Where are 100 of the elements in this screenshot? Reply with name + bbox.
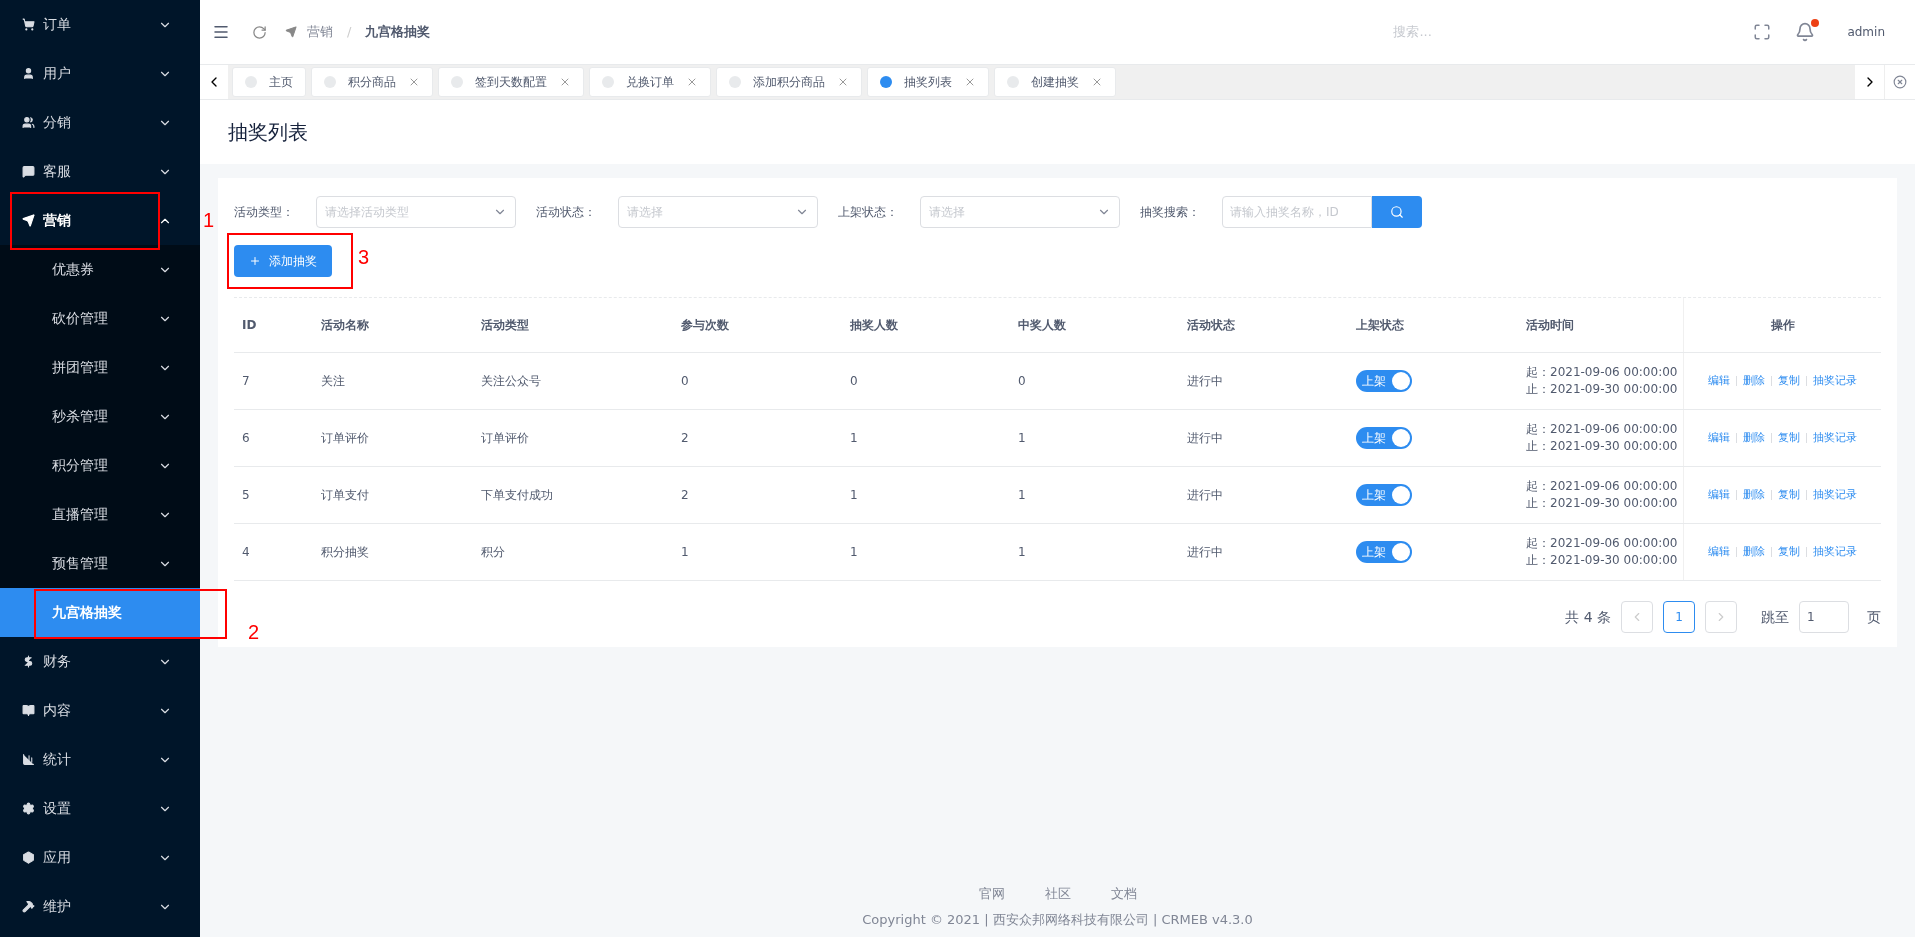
action-link[interactable]: 抽奖记录 xyxy=(1813,486,1857,504)
action-link[interactable]: 抽奖记录 xyxy=(1813,429,1857,447)
table-cell-text: 7 xyxy=(241,373,251,390)
close-icon[interactable] xyxy=(964,76,976,88)
page-tab[interactable]: 兑换订单 xyxy=(589,67,711,97)
filter-label: 活动类型： xyxy=(234,204,295,221)
action-link[interactable]: 编辑 xyxy=(1708,543,1730,561)
table-cell-text: 订单评价 xyxy=(480,430,530,447)
toggle-switch[interactable]: 上架 xyxy=(1356,427,1412,449)
breadcrumb-item[interactable]: 营销 xyxy=(307,22,333,42)
search-field[interactable]: 搜索... xyxy=(1393,22,1574,42)
table-cell-text: 积分 xyxy=(480,544,506,561)
filter-label: 抽奖搜索： xyxy=(1140,204,1201,221)
action-link[interactable]: 复制 xyxy=(1778,372,1800,390)
action-link[interactable]: 复制 xyxy=(1778,429,1800,447)
sidebar-item[interactable]: 秒杀管理 xyxy=(0,392,200,441)
close-icon[interactable] xyxy=(686,76,698,88)
page-tab[interactable]: 抽奖列表 xyxy=(867,67,989,97)
table-cell-text: 进行中 xyxy=(1186,487,1224,504)
time-text: 止：2021-09-30 00:00:00 xyxy=(1526,381,1675,398)
column-header: 活动状态 xyxy=(1186,317,1236,334)
page-input[interactable]: 1 xyxy=(1799,601,1849,633)
table-cell-text: 0 xyxy=(849,373,859,390)
action-link[interactable]: 抽奖记录 xyxy=(1813,543,1857,561)
table-cell-text: 6 xyxy=(241,430,251,447)
page-tab[interactable]: 主页 xyxy=(232,67,306,97)
table-cell-text: 1 xyxy=(849,430,859,447)
page-tab[interactable]: 积分商品 xyxy=(311,67,433,97)
action-link[interactable]: 抽奖记录 xyxy=(1813,372,1857,390)
page-number[interactable]: 1 xyxy=(1663,601,1695,633)
close-icon[interactable] xyxy=(408,76,420,88)
sidebar-item[interactable]: 订单 xyxy=(0,0,200,49)
sidebar-item[interactable]: 拼团管理 xyxy=(0,343,200,392)
toggle-switch[interactable]: 上架 xyxy=(1356,370,1412,392)
sidebar-item[interactable]: 分销 xyxy=(0,98,200,147)
sidebar-item[interactable]: 九宫格抽奖 xyxy=(0,588,200,637)
sidebar-item[interactable]: 维护 xyxy=(0,882,200,931)
sidebar-item[interactable]: 积分管理 xyxy=(0,441,200,490)
toggle-switch[interactable]: 上架 xyxy=(1356,541,1412,563)
bell-icon[interactable] xyxy=(1795,22,1816,42)
action-link[interactable]: 编辑 xyxy=(1708,486,1730,504)
table-cell-text: 2 xyxy=(680,430,690,447)
sidebar-item[interactable]: 财务 xyxy=(0,637,200,686)
page-tab[interactable]: 签到天数配置 xyxy=(438,67,584,97)
close-icon[interactable] xyxy=(559,76,571,88)
close-all-button[interactable] xyxy=(1885,65,1915,99)
action-link[interactable]: 编辑 xyxy=(1708,372,1730,390)
table-cell-text: 进行中 xyxy=(1186,430,1224,447)
sidebar-item[interactable]: 预售管理 xyxy=(0,539,200,588)
table-cell-text: 1 xyxy=(680,544,690,561)
annotation-number: 1 xyxy=(203,208,215,233)
sidebar-item[interactable]: 统计 xyxy=(0,735,200,784)
table-cell-text: 1 xyxy=(1017,487,1027,504)
scroll-right-button[interactable] xyxy=(1855,65,1885,99)
table-cell-text: 关注 xyxy=(320,373,346,390)
sidebar-item[interactable]: 应用 xyxy=(0,833,200,882)
close-icon[interactable] xyxy=(1091,76,1103,88)
sidebar-item[interactable]: 营销 xyxy=(0,196,200,245)
column-header: 活动类型 xyxy=(480,317,530,334)
column-header: 参与次数 xyxy=(680,317,730,334)
close-icon[interactable] xyxy=(837,76,849,88)
sidebar-item[interactable]: 砍价管理 xyxy=(0,294,200,343)
column-header: 操作 xyxy=(1683,298,1881,352)
footer-link[interactable]: 文档 xyxy=(1110,884,1137,904)
search-button[interactable] xyxy=(1372,196,1422,228)
table-cell-text: 2 xyxy=(680,487,690,504)
user-name[interactable]: admin xyxy=(1847,23,1885,41)
table-cell-text: 关注公众号 xyxy=(480,373,542,390)
action-link[interactable]: 删除 xyxy=(1743,543,1765,561)
page-tab[interactable]: 创建抽奖 xyxy=(994,67,1116,97)
footer-link[interactable]: 社区 xyxy=(1044,884,1071,904)
time-text: 起：2021-09-06 00:00:00 xyxy=(1526,421,1675,438)
total-count: 共 4 条 xyxy=(1565,607,1611,627)
action-link[interactable]: 复制 xyxy=(1778,486,1800,504)
add-lottery-button[interactable]: 添加抽奖 xyxy=(234,245,332,277)
sidebar-item[interactable]: 客服 xyxy=(0,147,200,196)
column-header: 上架状态 xyxy=(1355,317,1405,334)
page-tab[interactable]: 添加积分商品 xyxy=(716,67,862,97)
page-unit: 页 xyxy=(1867,607,1881,627)
footer-link[interactable]: 官网 xyxy=(978,884,1005,904)
column-header: 中奖人数 xyxy=(1017,317,1067,334)
breadcrumb-separator: / xyxy=(347,23,352,42)
sidebar-item[interactable]: 用户 xyxy=(0,49,200,98)
action-link[interactable]: 删除 xyxy=(1743,372,1765,390)
scroll-left-button[interactable] xyxy=(200,65,228,99)
sidebar-item[interactable]: 直播管理 xyxy=(0,490,200,539)
sidebar-item[interactable]: 优惠券 xyxy=(0,245,200,294)
table-cell-text: 0 xyxy=(1017,373,1027,390)
action-link[interactable]: 删除 xyxy=(1743,429,1765,447)
sidebar-item[interactable]: 内容 xyxy=(0,686,200,735)
refresh-icon[interactable] xyxy=(252,24,267,40)
action-link[interactable]: 复制 xyxy=(1778,543,1800,561)
toggle-switch[interactable]: 上架 xyxy=(1356,484,1412,506)
action-link[interactable]: 编辑 xyxy=(1708,429,1730,447)
table-cell-text: 4 xyxy=(241,544,251,561)
breadcrumb-current: 九宫格抽奖 xyxy=(365,23,431,42)
sidebar-item[interactable]: 设置 xyxy=(0,784,200,833)
action-link[interactable]: 删除 xyxy=(1743,486,1765,504)
table-cell-text: 订单支付 xyxy=(320,487,370,504)
fullscreen-icon[interactable] xyxy=(1753,23,1772,41)
